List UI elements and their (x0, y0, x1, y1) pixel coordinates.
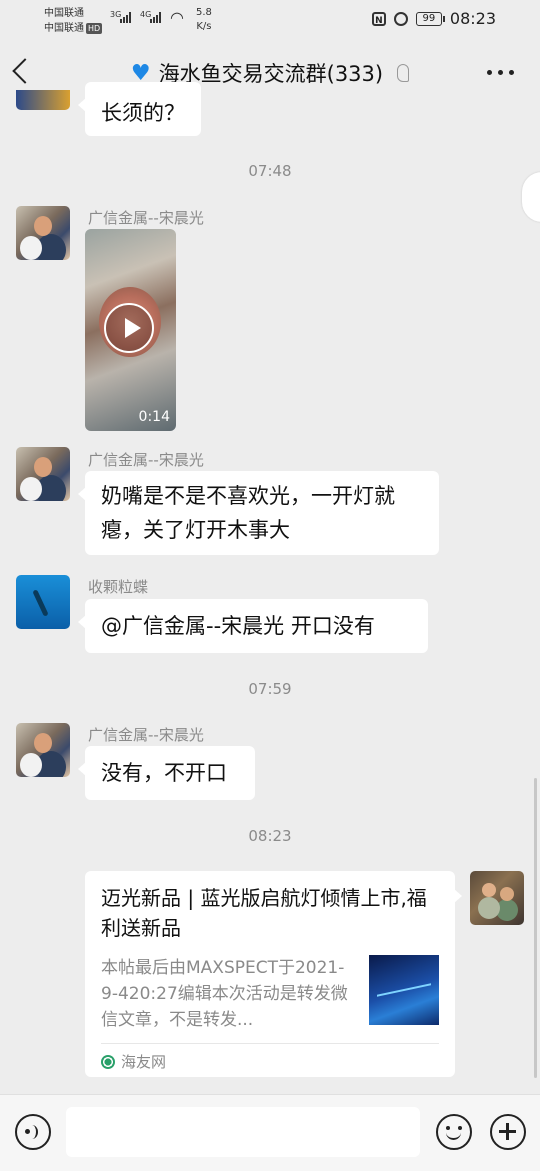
avatar[interactable] (16, 90, 70, 110)
link-card-thumbnail (369, 955, 439, 1025)
battery-icon: 99 (415, 11, 445, 26)
sender-name: 广信金属--宋晨光 (88, 451, 204, 469)
earpiece-mode-icon (397, 64, 410, 82)
message-bubble-fragment[interactable]: 长须的？ (78, 82, 201, 136)
divider (101, 1043, 439, 1044)
speed-value: 5.8 (196, 7, 212, 18)
video-duration: 0:14 (138, 409, 170, 425)
sender-name: 广信金属--宋晨光 (88, 726, 204, 744)
voice-input-icon[interactable] (15, 1114, 51, 1150)
scrollbar[interactable] (534, 778, 537, 1078)
signal-icon-2 (150, 12, 161, 23)
message-input[interactable] (66, 1107, 420, 1157)
link-card-description: 本帖最后由MAXSPECT于2021-9-420:27编辑本次活动是转发微信文章… (101, 958, 348, 1030)
link-card-title: 迈光新品 | 蓝光版启航灯倾情上市,福利送新品 (101, 886, 427, 940)
video-message[interactable]: 0:14 (85, 229, 176, 431)
sender-name: 广信金属--宋晨光 (88, 209, 204, 227)
input-bar (0, 1094, 540, 1171)
status-bar: 中国联通 中国联通 HD 3G 4G ◠ 5.8 K/s N 99 08:23 (0, 0, 540, 40)
clock: 08:23 (449, 9, 496, 28)
carrier-1: 中国联通 (44, 8, 84, 19)
source-name: 海友网 (121, 1053, 167, 1071)
alarm-icon (393, 11, 408, 26)
timestamp: 07:48 (248, 162, 292, 180)
message-text: 没有，不开口 (101, 761, 227, 785)
message-bubble[interactable]: 没有，不开口 (78, 746, 255, 800)
avatar[interactable] (16, 206, 70, 260)
avatar[interactable] (16, 723, 70, 777)
my-avatar[interactable] (470, 871, 524, 925)
message-text: 长须的？ (101, 101, 185, 125)
message-text: 奶嘴是不是不喜欢光，一开灯就瘪，关了灯开木事大 (101, 484, 395, 542)
source-icon (101, 1054, 115, 1069)
network-speed: 5.8 K/s (196, 6, 212, 34)
more-options-icon[interactable] (487, 70, 514, 75)
hd-badge: HD (86, 23, 103, 34)
link-card-source: 海友网 (101, 1051, 166, 1072)
speed-unit: K/s (196, 21, 212, 32)
nfc-icon: N (371, 11, 386, 26)
message-bubble[interactable]: 奶嘴是不是不喜欢光，一开灯就瘪，关了灯开木事大 (78, 471, 439, 555)
timestamp: 07:59 (248, 680, 292, 698)
timestamp: 08:23 (248, 827, 292, 845)
chat-header: ♥ 海水鱼交易交流群(333) (0, 40, 540, 106)
wifi-icon: ◠ (170, 8, 184, 27)
carrier-2: 中国联通 (44, 23, 84, 34)
avatar[interactable] (16, 447, 70, 501)
sender-name: 收颗粒蝶 (88, 578, 149, 596)
play-icon[interactable] (104, 303, 154, 353)
message-bubble[interactable]: @广信金属--宋晨光 开口没有 (78, 599, 428, 653)
plus-icon[interactable] (490, 1114, 526, 1150)
chat-title: ♥ 海水鱼交易交流群(333) (0, 58, 540, 88)
message-text: @广信金属--宋晨光 开口没有 (101, 614, 375, 638)
carrier-info: 中国联通 中国联通 HD (44, 6, 103, 36)
link-card[interactable]: 迈光新品 | 蓝光版启航灯倾情上市,福利送新品 本帖最后由MAXSPECT于20… (85, 871, 462, 1077)
signal-icon-1 (120, 12, 131, 23)
emoji-icon[interactable] (436, 1114, 472, 1150)
avatar[interactable] (16, 575, 70, 629)
